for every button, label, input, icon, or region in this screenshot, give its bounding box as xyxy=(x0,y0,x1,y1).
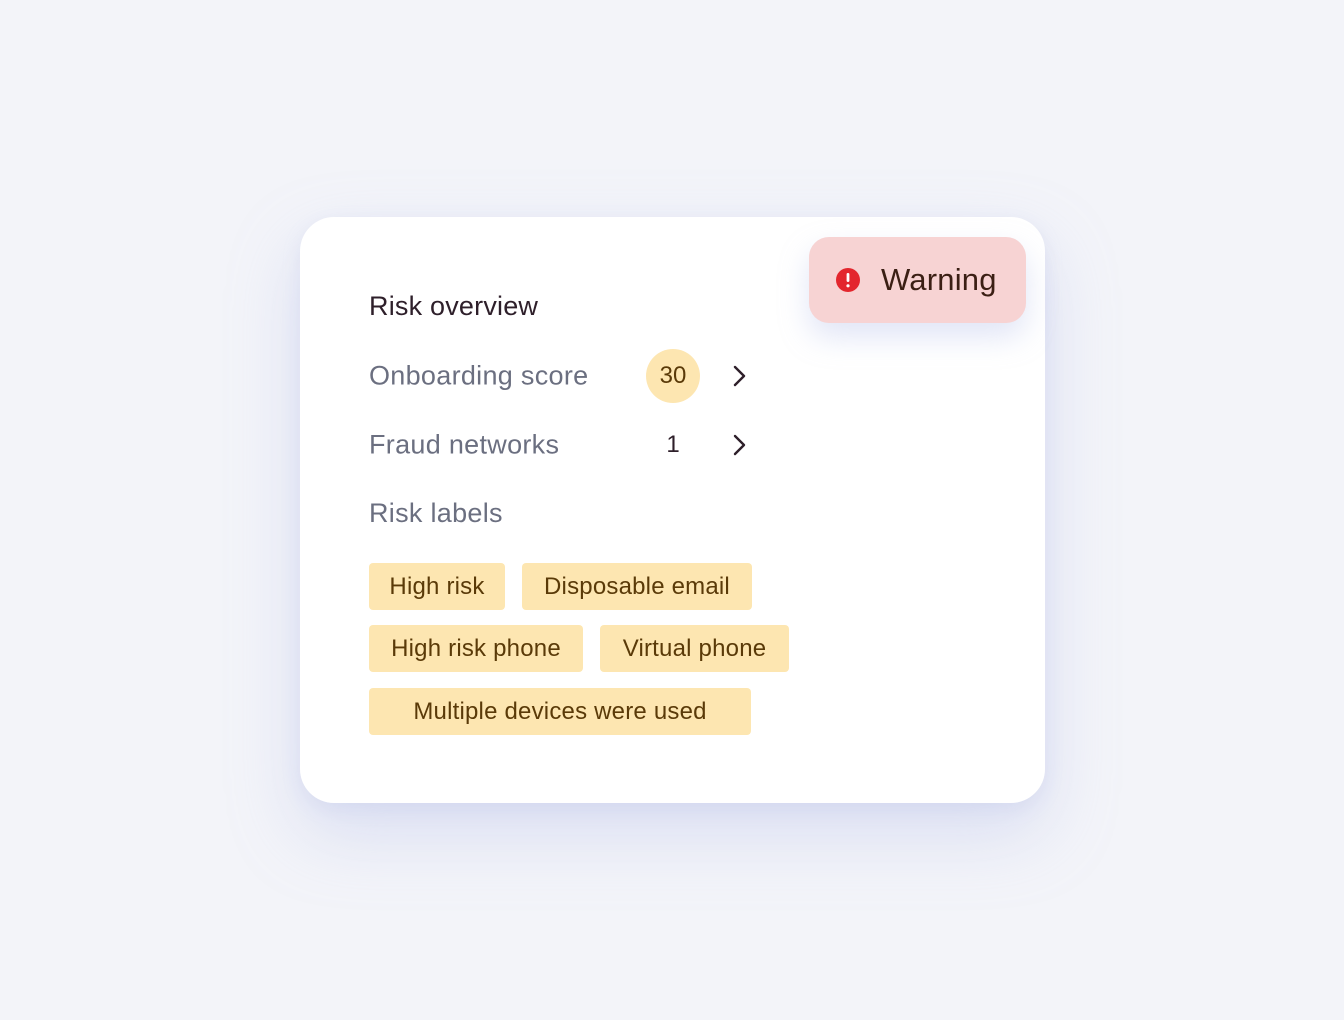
card-title: Risk overview xyxy=(369,291,539,321)
onboarding-score-label: Onboarding score xyxy=(369,360,589,391)
risk-labels-title: Risk labels xyxy=(369,498,503,528)
risk-tag: High risk xyxy=(369,563,505,610)
risk-tag: Multiple devices were used xyxy=(369,688,751,735)
exclamation-circle-icon xyxy=(836,268,860,292)
risk-tag: Disposable email xyxy=(522,563,752,610)
fraud-networks-count: 1 xyxy=(666,431,680,458)
fraud-networks-row[interactable]: Fraud networks 1 xyxy=(369,418,769,472)
risk-tag: High risk phone xyxy=(369,625,583,672)
warning-label: Warning xyxy=(881,262,997,297)
risk-tag: Virtual phone xyxy=(600,625,789,672)
warning-badge: Warning xyxy=(809,237,1026,323)
fraud-networks-label: Fraud networks xyxy=(369,429,560,460)
chevron-right-icon[interactable] xyxy=(725,431,753,459)
chevron-right-icon[interactable] xyxy=(725,362,753,390)
onboarding-score-badge: 30 xyxy=(646,349,700,403)
onboarding-score-row[interactable]: Onboarding score 30 xyxy=(369,349,769,403)
